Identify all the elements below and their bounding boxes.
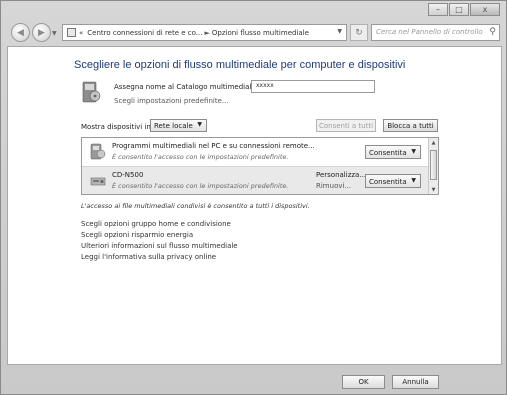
- library-name-label: Assegna nome al Catalogo multimediale:: [114, 83, 259, 91]
- breadcrumb-network-center[interactable]: Centro connessioni di rete e co...: [87, 29, 202, 37]
- recent-pages-dropdown-icon[interactable]: ▼: [52, 30, 57, 37]
- device-list: Programmi multimediali nel PC e su conne…: [81, 137, 439, 195]
- show-devices-label: Mostra dispositivi in:: [81, 123, 154, 131]
- forward-arrow-icon[interactable]: ▶: [32, 23, 51, 42]
- permission-value: Consentita: [369, 178, 407, 186]
- scroll-thumb[interactable]: [430, 150, 437, 180]
- close-button[interactable]: x: [470, 3, 500, 16]
- permission-value: Consentita: [369, 149, 407, 157]
- device-description: È consentito l'accesso con le impostazio…: [112, 153, 289, 161]
- customize-link[interactable]: Personalizza...: [316, 171, 366, 179]
- search-placeholder: Cerca nel Pannello di controllo: [376, 28, 483, 36]
- choose-defaults-link[interactable]: Scegli impostazioni predefinite...: [114, 97, 229, 105]
- address-bar[interactable]: « Centro connessioni di rete e co... ► O…: [62, 24, 347, 41]
- chevron-down-icon: ▼: [411, 148, 416, 155]
- page-title: Scegliere le opzioni di flusso multimedi…: [74, 59, 406, 71]
- breadcrumb-separator-icon[interactable]: ►: [204, 29, 209, 37]
- permission-select[interactable]: Consentita ▼: [365, 145, 421, 159]
- app-window: – □ x ◀ ▶ ▼ « Centro connessioni di rete…: [0, 0, 507, 395]
- back-arrow-icon[interactable]: ◀: [11, 23, 30, 42]
- stereo-device-icon: [90, 177, 106, 186]
- minimize-button[interactable]: –: [428, 3, 448, 16]
- streaming-info-link[interactable]: Ulteriori informazioni sul flusso multim…: [81, 241, 238, 252]
- related-links: Scegli opzioni gruppo home e condivision…: [81, 219, 238, 263]
- privacy-link[interactable]: Leggi l'informativa sulla privacy online: [81, 252, 238, 263]
- search-icon[interactable]: ⚲: [489, 27, 496, 37]
- navigation-bar: ◀ ▶ ▼ « Centro connessioni di rete e co.…: [5, 22, 504, 44]
- breadcrumb-overflow[interactable]: «: [79, 29, 83, 37]
- address-dropdown-icon[interactable]: ▼: [337, 28, 342, 35]
- search-input[interactable]: Cerca nel Pannello di controllo ⚲: [371, 24, 500, 41]
- remove-link[interactable]: Rimuovi...: [316, 182, 351, 190]
- computer-media-icon: [90, 143, 106, 160]
- computer-media-icon: [82, 81, 101, 103]
- breadcrumb-media-streaming[interactable]: Opzioni flusso multimediale: [212, 29, 309, 37]
- block-all-button[interactable]: Blocca a tutti: [383, 119, 438, 132]
- permission-select[interactable]: Consentita ▼: [365, 174, 421, 188]
- device-list-scrollbar[interactable]: ▲ ▼: [428, 138, 438, 194]
- scroll-down-icon[interactable]: ▼: [429, 185, 438, 194]
- window-controls: – □ x: [428, 3, 500, 16]
- cancel-button[interactable]: Annulla: [392, 375, 439, 389]
- show-devices-select[interactable]: Rete locale ▼: [150, 119, 207, 132]
- allow-all-button[interactable]: Consenti a tutti: [316, 119, 376, 132]
- show-devices-value: Rete locale: [154, 122, 193, 130]
- device-title: Programmi multimediali nel PC e su conne…: [112, 142, 315, 150]
- device-title: CD-N500: [112, 171, 144, 179]
- chevron-down-icon: ▼: [197, 121, 202, 128]
- device-description: È consentito l'accesso con le impostazio…: [112, 182, 289, 190]
- list-item[interactable]: Programmi multimediali nel PC e su conne…: [82, 138, 429, 166]
- refresh-icon[interactable]: ↻: [350, 24, 368, 41]
- power-options-link[interactable]: Scegli opzioni risparmio energia: [81, 230, 238, 241]
- chevron-down-icon: ▼: [411, 177, 416, 184]
- scroll-up-icon[interactable]: ▲: [429, 138, 438, 147]
- control-panel-icon: [67, 28, 76, 37]
- ok-button[interactable]: OK: [342, 375, 385, 389]
- library-name-input[interactable]: xxxxx: [251, 80, 375, 93]
- list-item[interactable]: CD-N500 È consentito l'accesso con le im…: [82, 166, 429, 194]
- homegroup-options-link[interactable]: Scegli opzioni gruppo home e condivision…: [81, 219, 238, 230]
- access-note: L'accesso ai file multimediali condivisi…: [81, 202, 310, 210]
- maximize-button[interactable]: □: [449, 3, 469, 16]
